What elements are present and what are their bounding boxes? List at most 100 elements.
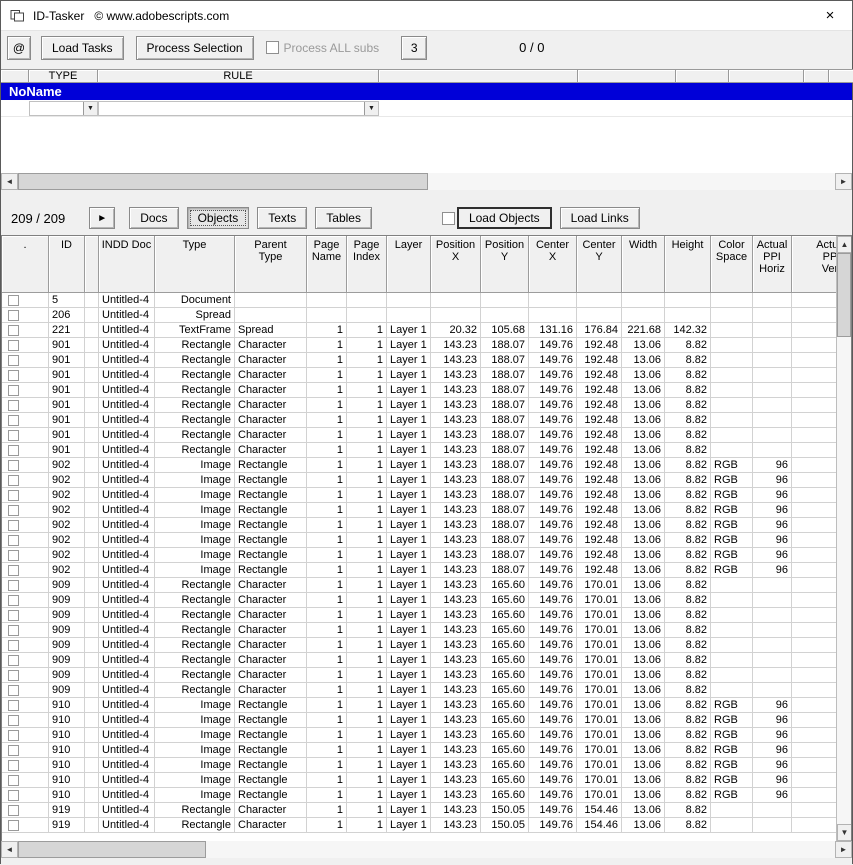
row-checkbox[interactable] bbox=[8, 609, 19, 621]
table-row[interactable]: 206 Untitled-4 Spread bbox=[2, 308, 851, 323]
play-button[interactable]: ► bbox=[89, 207, 116, 229]
batch-count-field[interactable]: 3 bbox=[401, 35, 428, 60]
row-checkbox[interactable] bbox=[8, 594, 19, 606]
table-row[interactable]: 919 Untitled-4 Rectangle Character 1 1 Layer 1… bbox=[2, 803, 851, 818]
row-checkbox[interactable] bbox=[8, 564, 19, 576]
row-checkbox[interactable] bbox=[8, 474, 19, 486]
title-bar[interactable]: ID-Tasker © www.adobescripts.com × bbox=[1, 1, 852, 31]
table-row[interactable]: 902 Untitled-4 Image Rectangle 1 1 Layer 1 143.… bbox=[2, 473, 851, 488]
table-row[interactable]: 221 Untitled-4 TextFrame Spread 1 1 Layer 1 20.… bbox=[2, 323, 851, 338]
table-row[interactable]: 902 Untitled-4 Image Rectangle 1 1 Layer 1 143.… bbox=[2, 458, 851, 473]
load-tasks-button[interactable]: Load Tasks bbox=[41, 35, 124, 60]
table-row[interactable]: 901 Untitled-4 Rectangle Character 1 1 Layer 1… bbox=[2, 413, 851, 428]
table-row[interactable]: 910 Untitled-4 Image Rectangle 1 1 Layer 1 143.… bbox=[2, 773, 851, 788]
table-row[interactable]: 910 Untitled-4 Image Rectangle 1 1 Layer 1 143.… bbox=[2, 743, 851, 758]
row-checkbox[interactable] bbox=[8, 819, 19, 831]
table-row[interactable]: 909 Untitled-4 Rectangle Character 1 1 Layer 1… bbox=[2, 638, 851, 653]
scroll-up-arrow-icon[interactable]: ▲ bbox=[837, 236, 851, 253]
table-row[interactable]: 910 Untitled-4 Image Rectangle 1 1 Layer 1 143.… bbox=[2, 698, 851, 713]
load-objects-checkbox[interactable] bbox=[441, 211, 455, 225]
table-row[interactable]: 909 Untitled-4 Rectangle Character 1 1 Layer 1… bbox=[2, 608, 851, 623]
row-checkbox[interactable] bbox=[8, 774, 19, 786]
row-checkbox[interactable] bbox=[8, 714, 19, 726]
row-checkbox[interactable] bbox=[8, 414, 19, 426]
row-checkbox[interactable] bbox=[8, 324, 19, 336]
objects-vscrollbar[interactable]: ▲ ▼ bbox=[836, 236, 851, 841]
row-checkbox[interactable] bbox=[8, 369, 19, 381]
docs-button[interactable]: Docs bbox=[129, 207, 179, 229]
row-checkbox[interactable] bbox=[8, 339, 19, 351]
table-row[interactable]: 910 Untitled-4 Image Rectangle 1 1 Layer 1 143.… bbox=[2, 758, 851, 773]
close-button[interactable]: × bbox=[808, 1, 852, 31]
row-checkbox[interactable] bbox=[8, 534, 19, 546]
scroll-down-arrow-icon[interactable]: ▼ bbox=[837, 824, 851, 841]
table-row[interactable]: 902 Untitled-4 Image Rectangle 1 1 Layer 1 143.… bbox=[2, 488, 851, 503]
row-checkbox[interactable] bbox=[8, 699, 19, 711]
table-row[interactable]: 910 Untitled-4 Image Rectangle 1 1 Layer 1 143.… bbox=[2, 728, 851, 743]
row-checkbox[interactable] bbox=[8, 804, 19, 816]
row-checkbox[interactable] bbox=[8, 309, 19, 321]
process-selection-button[interactable]: Process Selection bbox=[135, 35, 254, 60]
table-row[interactable]: 902 Untitled-4 Image Rectangle 1 1 Layer 1 143.… bbox=[2, 533, 851, 548]
row-checkbox[interactable] bbox=[8, 654, 19, 666]
row-checkbox[interactable] bbox=[8, 684, 19, 696]
table-row[interactable]: 901 Untitled-4 Rectangle Character 1 1 Layer 1… bbox=[2, 353, 851, 368]
row-checkbox[interactable] bbox=[8, 519, 19, 531]
scroll-left-arrow-icon[interactable]: ◄ bbox=[1, 173, 18, 190]
combo-arrow-icon[interactable]: ▼ bbox=[83, 102, 97, 115]
table-row[interactable]: 909 Untitled-4 Rectangle Character 1 1 Layer 1… bbox=[2, 593, 851, 608]
task-grid-hscrollbar[interactable]: ◄ ► bbox=[1, 173, 852, 190]
table-row[interactable]: 902 Untitled-4 Image Rectangle 1 1 Layer 1 143.… bbox=[2, 503, 851, 518]
row-checkbox[interactable] bbox=[8, 549, 19, 561]
table-row[interactable]: 901 Untitled-4 Rectangle Character 1 1 Layer 1… bbox=[2, 398, 851, 413]
scroll-thumb[interactable] bbox=[18, 173, 428, 190]
process-all-subs-checkbox[interactable] bbox=[265, 41, 279, 54]
table-row[interactable]: 910 Untitled-4 Image Rectangle 1 1 Layer 1 143.… bbox=[2, 713, 851, 728]
load-objects-button[interactable]: Load Objects bbox=[456, 207, 552, 229]
row-checkbox[interactable] bbox=[8, 354, 19, 366]
rule-combo[interactable]: ▼ bbox=[98, 101, 379, 116]
objects-button[interactable]: Objects bbox=[186, 207, 250, 229]
row-checkbox[interactable] bbox=[8, 669, 19, 681]
at-button[interactable]: @ bbox=[7, 35, 31, 60]
combo-arrow-icon[interactable]: ▼ bbox=[364, 102, 378, 115]
row-checkbox[interactable] bbox=[8, 399, 19, 411]
table-row[interactable]: 901 Untitled-4 Rectangle Character 1 1 Layer 1… bbox=[2, 428, 851, 443]
tables-button[interactable]: Tables bbox=[315, 207, 372, 229]
table-row[interactable]: 901 Untitled-4 Rectangle Character 1 1 Layer 1… bbox=[2, 383, 851, 398]
table-row[interactable]: 5 Untitled-4 Document bbox=[2, 293, 851, 308]
row-checkbox[interactable] bbox=[8, 759, 19, 771]
load-links-button[interactable]: Load Links bbox=[559, 207, 640, 229]
row-checkbox[interactable] bbox=[8, 489, 19, 501]
scroll-right-arrow-icon[interactable]: ► bbox=[835, 173, 852, 190]
row-checkbox[interactable] bbox=[8, 429, 19, 441]
texts-button[interactable]: Texts bbox=[257, 207, 308, 229]
table-row[interactable]: 902 Untitled-4 Image Rectangle 1 1 Layer 1 143.… bbox=[2, 518, 851, 533]
table-row[interactable]: 909 Untitled-4 Rectangle Character 1 1 Layer 1… bbox=[2, 653, 851, 668]
scroll-thumb[interactable] bbox=[837, 253, 851, 337]
row-checkbox[interactable] bbox=[8, 384, 19, 396]
table-row[interactable]: 919 Untitled-4 Rectangle Character 1 1 Layer 1… bbox=[2, 818, 851, 833]
selected-task-row[interactable]: NoName bbox=[1, 83, 852, 100]
row-checkbox[interactable] bbox=[8, 444, 19, 456]
row-checkbox[interactable] bbox=[8, 639, 19, 651]
row-checkbox[interactable] bbox=[8, 729, 19, 741]
scroll-right-arrow-icon[interactable]: ► bbox=[835, 841, 852, 858]
row-checkbox[interactable] bbox=[8, 459, 19, 471]
table-row[interactable]: 909 Untitled-4 Rectangle Character 1 1 Layer 1… bbox=[2, 623, 851, 638]
scroll-thumb[interactable] bbox=[18, 841, 206, 858]
table-row[interactable]: 901 Untitled-4 Rectangle Character 1 1 Layer 1… bbox=[2, 368, 851, 383]
row-checkbox[interactable] bbox=[8, 624, 19, 636]
row-checkbox[interactable] bbox=[8, 744, 19, 756]
objects-hscrollbar[interactable]: ◄ ► bbox=[1, 841, 852, 858]
row-checkbox[interactable] bbox=[8, 579, 19, 591]
table-row[interactable]: 902 Untitled-4 Image Rectangle 1 1 Layer 1 143.… bbox=[2, 563, 851, 578]
table-row[interactable]: 909 Untitled-4 Rectangle Character 1 1 Layer 1… bbox=[2, 683, 851, 698]
scroll-track[interactable] bbox=[18, 841, 835, 858]
table-row[interactable]: 901 Untitled-4 Rectangle Character 1 1 Layer 1… bbox=[2, 443, 851, 458]
table-row[interactable]: 909 Untitled-4 Rectangle Character 1 1 Layer 1… bbox=[2, 668, 851, 683]
row-checkbox[interactable] bbox=[8, 294, 19, 306]
table-row[interactable]: 902 Untitled-4 Image Rectangle 1 1 Layer 1 143.… bbox=[2, 548, 851, 563]
table-row[interactable]: 910 Untitled-4 Image Rectangle 1 1 Layer 1 143.… bbox=[2, 788, 851, 803]
rule-combo-value[interactable] bbox=[99, 102, 364, 115]
